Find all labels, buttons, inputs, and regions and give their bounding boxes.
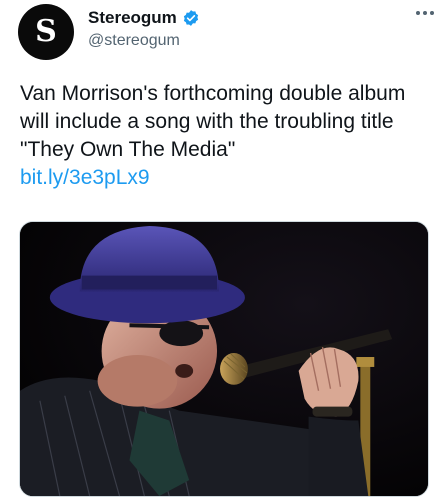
avatar-letter: S xyxy=(35,14,57,49)
tweet-photo[interactable] xyxy=(19,221,429,497)
name-row: Stereogum xyxy=(88,8,200,28)
verified-badge-icon xyxy=(183,10,198,26)
display-name[interactable]: Stereogum xyxy=(88,8,177,28)
avatar[interactable]: S xyxy=(18,4,74,60)
tweet-link[interactable]: bit.ly/3e3pLx9 xyxy=(20,164,430,192)
more-options-icon[interactable] xyxy=(414,6,436,20)
tweet-text: Van Morrison's forthcoming double album … xyxy=(20,80,430,192)
tweet-card[interactable]: S Stereogum @stereogum Van Morrison's fo… xyxy=(0,0,446,500)
handle[interactable]: @stereogum xyxy=(88,32,180,50)
tweet-body: Van Morrison's forthcoming double album … xyxy=(20,82,406,161)
photo-image xyxy=(20,222,428,496)
